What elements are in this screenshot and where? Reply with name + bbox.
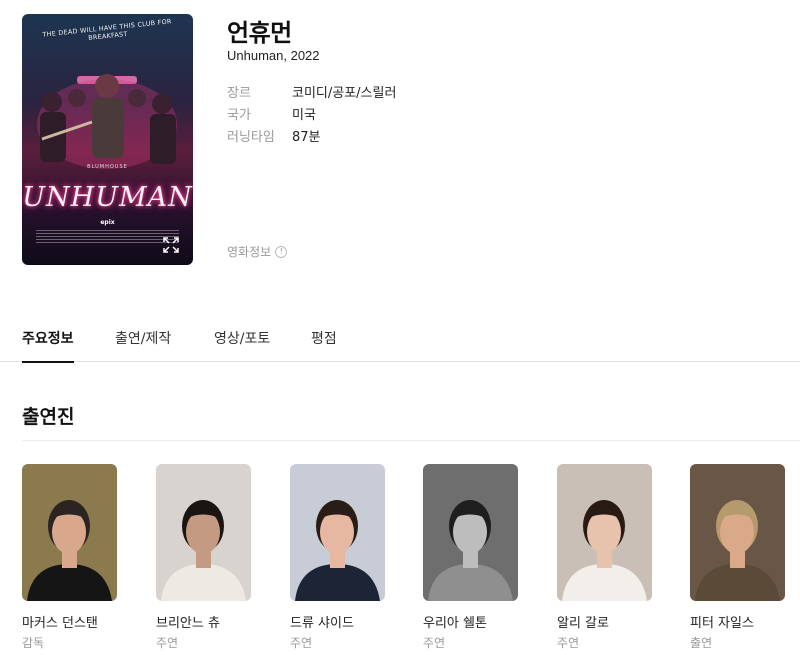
- detail-value: 미국: [292, 107, 316, 123]
- movie-details: 장르 코미디/공포/스릴러 국가 미국 러닝타임 87분: [227, 80, 396, 146]
- detail-runtime: 러닝타임 87분: [227, 124, 396, 146]
- cast-card[interactable]: 브리안느 츄 주연: [156, 464, 252, 651]
- detail-label: 국가: [227, 107, 251, 123]
- detail-label: 장르: [227, 85, 251, 101]
- poster-studio: BLUMHOUSE: [87, 164, 128, 170]
- cast-role: 주연: [156, 636, 179, 650]
- cast-role: 주연: [290, 636, 313, 650]
- poster-network: epix: [100, 219, 115, 226]
- cast-card[interactable]: 드류 샤이드 주연: [290, 464, 386, 651]
- cast-card[interactable]: 피터 자일스 출연: [690, 464, 786, 651]
- cast-role: 감독: [22, 636, 45, 650]
- cast-photo[interactable]: [690, 464, 785, 601]
- cast-name: 피터 자일스: [690, 616, 754, 631]
- portrait-image: [22, 464, 117, 601]
- portrait-image: [156, 464, 251, 601]
- detail-genre: 장르 코미디/공포/스릴러: [227, 80, 396, 102]
- movie-subtitle: Unhuman, 2022: [227, 48, 320, 63]
- movie-poster[interactable]: THE DEAD WILL HAVE THIS CLUB FOR BREAKFA…: [22, 14, 193, 265]
- tab-ratings[interactable]: 평점: [311, 328, 337, 362]
- cast-photo[interactable]: [423, 464, 518, 601]
- poster-logo: UNHUMAN: [22, 182, 193, 213]
- cast-name: 마커스 던스탠: [22, 616, 98, 631]
- poster-billing-block: [36, 230, 179, 244]
- cast-section-title: 출연진: [22, 406, 75, 428]
- cast-card[interactable]: 알리 갈로 주연: [557, 464, 653, 651]
- tab-bar: 주요정보 출연/제작 영상/포토 평점: [0, 318, 800, 363]
- detail-value: 87분: [292, 129, 321, 145]
- cast-name: 브리안느 츄: [156, 616, 220, 631]
- detail-label: 러닝타임: [227, 129, 275, 145]
- divider: [22, 440, 800, 441]
- info-icon: !: [275, 245, 288, 258]
- tab-main-info[interactable]: 주요정보: [22, 328, 74, 363]
- expand-arrows-icon[interactable]: [163, 237, 183, 257]
- cast-photo[interactable]: [290, 464, 385, 601]
- cast-photo[interactable]: [557, 464, 652, 601]
- cast-card[interactable]: 우리아 쉘톤 주연: [423, 464, 519, 651]
- cast-role: 출연: [690, 636, 713, 650]
- portrait-image: [690, 464, 785, 601]
- cast-card[interactable]: 마커스 던스탠 감독: [22, 464, 118, 651]
- cast-list: 마커스 던스탠 감독 브리안느 츄 주연 드류 샤이드 주연 우리아 쉘톤 주연…: [22, 464, 800, 655]
- detail-country: 국가 미국: [227, 102, 396, 124]
- detail-value: 코미디/공포/스릴러: [292, 85, 397, 101]
- portrait-image: [557, 464, 652, 601]
- cast-name: 드류 샤이드: [290, 616, 354, 631]
- poster-artwork: [37, 74, 177, 169]
- tab-cast-crew[interactable]: 출연/제작: [115, 328, 171, 362]
- portrait-image: [290, 464, 385, 601]
- page-title: 언휴먼: [227, 19, 292, 47]
- cast-name: 알리 갈로: [557, 616, 609, 631]
- tab-video-photo[interactable]: 영상/포토: [214, 328, 270, 362]
- cast-role: 주연: [557, 636, 580, 650]
- cast-photo[interactable]: [156, 464, 251, 601]
- movie-info-link[interactable]: 영화정보 !: [227, 243, 288, 260]
- cast-role: 주연: [423, 636, 446, 650]
- portrait-image: [423, 464, 518, 601]
- cast-name: 우리아 쉘톤: [423, 616, 487, 631]
- cast-photo[interactable]: [22, 464, 117, 601]
- movie-info-label: 영화정보: [227, 245, 272, 259]
